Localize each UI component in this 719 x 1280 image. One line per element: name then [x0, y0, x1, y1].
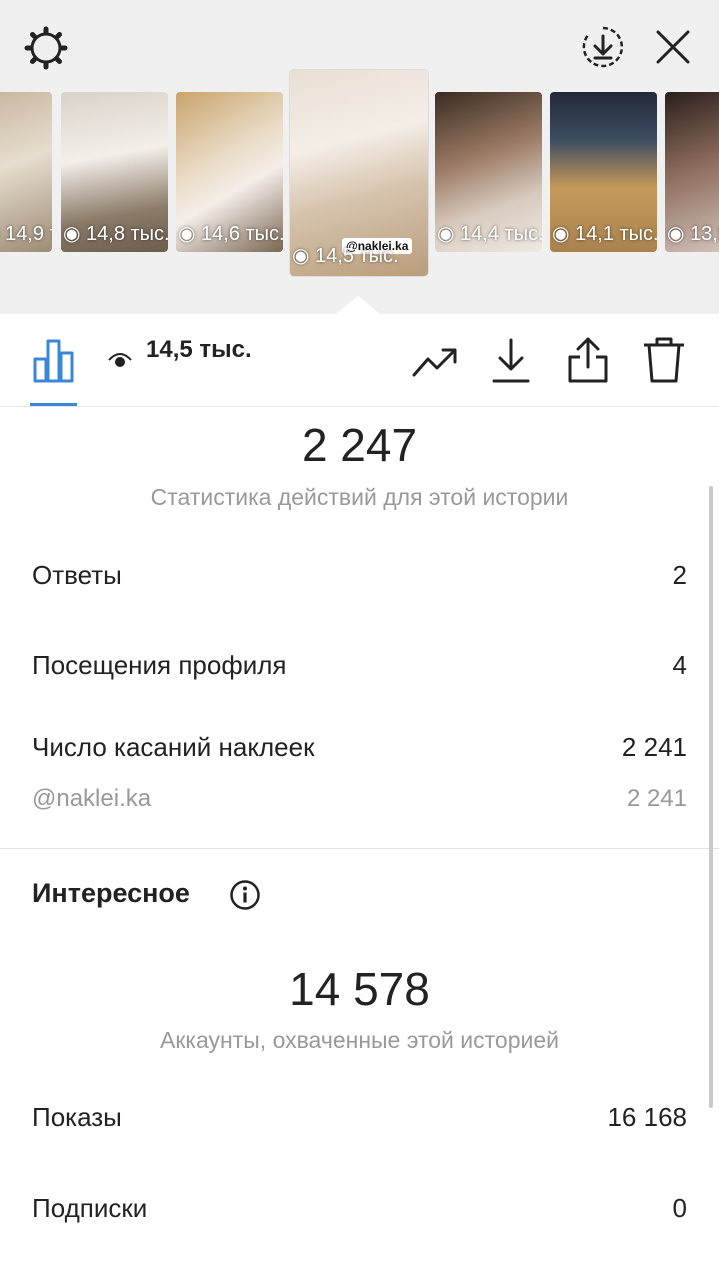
- story-views: ◉ 14,9 тыс.: [0, 221, 52, 246]
- trash-icon[interactable]: [640, 334, 688, 386]
- stat-row-label: Подписки: [32, 1193, 148, 1223]
- stat-row-label: Ответы: [32, 560, 122, 590]
- views-count: 14,5 тыс.: [146, 336, 252, 363]
- story-views: ◉ 13,9 тыс.: [667, 221, 719, 246]
- stat-row-value: 4: [672, 650, 687, 680]
- actions-caption: Статистика действий для этой истории: [150, 484, 569, 510]
- story-thumbnail-selected[interactable]: @naklei.ka ◉ 14,5 тыс.: [290, 70, 428, 276]
- story-thumbnail[interactable]: ◉ 14,4 тыс.: [435, 92, 542, 252]
- trending-icon[interactable]: [410, 340, 460, 384]
- story-views: ◉ 14,1 тыс.: [552, 221, 657, 246]
- actions-total: 2 247: [301, 419, 418, 471]
- eye-icon: ◉: [292, 245, 310, 267]
- stat-row-label: Число касаний наклеек: [32, 732, 315, 762]
- active-tab-indicator: [30, 403, 77, 406]
- story-views: ◉ 14,4 тыс.: [437, 221, 542, 246]
- reach-total: 14 578: [289, 963, 430, 1015]
- stat-row-value: 2 241: [621, 732, 687, 762]
- eye-icon: ◉: [178, 223, 196, 245]
- story-views: ◉ 14,6 тыс.: [178, 221, 283, 246]
- story-views-label: 14,8 тыс.: [86, 223, 168, 245]
- story-views: ◉ 14,8 тыс.: [63, 221, 168, 246]
- story-views-label: 14,5 тыс.: [315, 245, 399, 267]
- story-thumbnail[interactable]: ◉ 14,8 тыс.: [61, 92, 168, 252]
- sticker-row-value: 2 241: [626, 785, 687, 812]
- story-thumbnails: ◉ 14,9 тыс. ◉ 14,8 тыс. ◉ 14,6 тыс. ◉ 14…: [0, 0, 719, 314]
- share-icon[interactable]: [564, 334, 612, 386]
- discovery-title-label: Интересное: [32, 878, 190, 908]
- story-views: ◉ 14,5 тыс.: [292, 243, 399, 268]
- story-views-label: 14,6 тыс.: [201, 223, 283, 245]
- stat-row-label: Посещения профиля: [32, 650, 287, 680]
- story-views-label: 14,1 тыс.: [575, 223, 657, 245]
- eye-icon: ◉: [63, 223, 81, 245]
- story-views-label: 14,9 тыс.: [5, 223, 52, 245]
- stat-row-label: Показы: [32, 1102, 122, 1132]
- stat-row-value: 0: [672, 1193, 687, 1223]
- story-thumbnail[interactable]: ◉ 14,6 тыс.: [176, 92, 283, 252]
- download-icon[interactable]: [488, 336, 534, 386]
- eye-icon: ◉: [437, 223, 455, 245]
- story-thumbnail[interactable]: ◉ 14,1 тыс.: [550, 92, 657, 252]
- eye-icon: [106, 348, 134, 372]
- scrollbar[interactable]: [709, 486, 713, 1108]
- section-divider: [0, 848, 719, 849]
- story-views-label: 14,4 тыс.: [460, 223, 542, 245]
- sticker-row-label: @naklei.ka: [32, 785, 152, 812]
- story-views-label: 13,9 тыс.: [690, 223, 719, 245]
- stat-row-value: 16 168: [607, 1102, 687, 1132]
- reach-caption: Аккаунты, охваченные этой историей: [160, 1027, 559, 1053]
- selection-pointer: [336, 296, 380, 314]
- eye-icon: ◉: [667, 223, 685, 245]
- eye-icon: ◉: [552, 223, 570, 245]
- story-thumbnail[interactable]: ◉ 13,9 тыс.: [665, 92, 719, 252]
- stat-row-value: 2: [672, 560, 687, 590]
- story-thumbnail[interactable]: ◉ 14,9 тыс.: [0, 92, 52, 252]
- bar-chart-icon[interactable]: [30, 336, 78, 384]
- info-icon[interactable]: [228, 878, 262, 912]
- discovery-title: Интересное: [32, 878, 190, 909]
